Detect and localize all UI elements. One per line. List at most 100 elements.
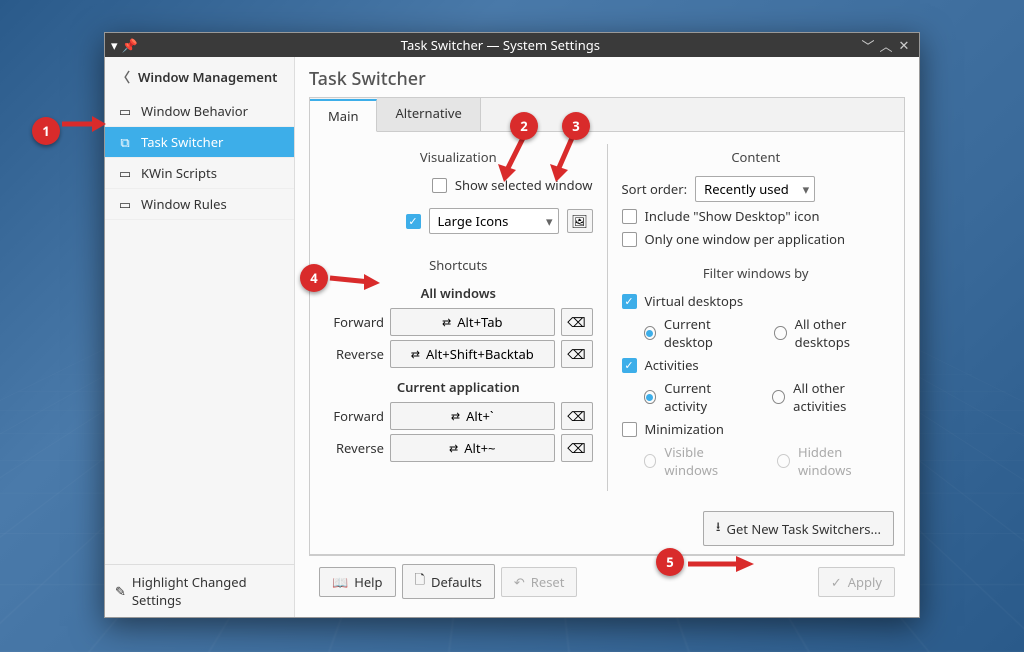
get-new-button[interactable]: ⭳ Get New Task Switchers... [703, 511, 894, 546]
sidebar-item-window-behavior[interactable]: ▭ Window Behavior [105, 96, 294, 127]
vdesk-row: Virtual desktops [622, 292, 891, 310]
cur-reverse-shortcut[interactable]: ⇄Alt+~ [390, 434, 555, 462]
all-reverse-row: Reverse ⇄Alt+Shift+Backtab ⌫ [324, 340, 593, 368]
effect-enabled-checkbox[interactable] [406, 214, 421, 229]
one-per-app-label: Only one window per application [645, 230, 846, 248]
sidebar-item-label: Window Rules [141, 195, 227, 213]
vdesk-checkbox[interactable] [622, 294, 637, 309]
tabs: Main Alternative [310, 98, 904, 132]
act-other-radio[interactable] [772, 390, 785, 404]
cur-reverse-clear[interactable]: ⌫ [561, 434, 593, 462]
cur-forward-shortcut[interactable]: ⇄Alt+` [390, 402, 555, 430]
sidebar-item-task-switcher[interactable]: ⧉ Task Switcher [105, 127, 294, 158]
cur-forward-clear[interactable]: ⌫ [561, 402, 593, 430]
highlight-label: Highlight Changed Settings [132, 573, 284, 609]
effect-row: Large Icons 🖼 [324, 208, 593, 234]
sidebar-back[interactable]: 〈 Window Management [105, 57, 294, 96]
show-selected-checkbox[interactable] [432, 178, 447, 193]
backspace-icon: ⌫ [567, 439, 585, 457]
window-title: Task Switcher — System Settings [142, 36, 859, 54]
effect-select[interactable]: Large Icons [429, 208, 559, 234]
highlight-changed-button[interactable]: ✎ Highlight Changed Settings [105, 564, 294, 617]
arrow-1 [60, 110, 108, 138]
min-visible-label: Visible windows [664, 443, 752, 479]
sort-order-row: Sort order: Recently used [622, 176, 891, 202]
include-desktop-checkbox[interactable] [622, 209, 637, 224]
act-radio-row: Current activity All other activities [644, 379, 891, 415]
filter-heading: Filter windows by [622, 264, 891, 282]
all-forward-shortcut[interactable]: ⇄Alt+Tab [390, 308, 555, 336]
cur-reverse-row: Reverse ⇄Alt+~ ⌫ [324, 434, 593, 462]
vdesk-radio-row: Current desktop All other desktops [644, 315, 891, 351]
defaults-icon: 🗋 [415, 570, 425, 593]
app-menu-icon[interactable]: ▾ [111, 36, 118, 54]
sidebar-item-window-rules[interactable]: ▭ Window Rules [105, 189, 294, 220]
swap-icon: ⇄ [442, 315, 451, 330]
effect-preview-button[interactable]: 🖼 [567, 209, 593, 233]
nav-list: ▭ Window Behavior ⧉ Task Switcher ▭ KWin… [105, 96, 294, 220]
maximize-button[interactable]: ︿ [877, 36, 895, 55]
chevron-left-icon: 〈 [117, 67, 130, 86]
min-checkbox[interactable] [622, 422, 637, 437]
check-icon: ✓ [831, 573, 842, 591]
minimize-button[interactable]: ﹀ [859, 36, 877, 55]
act-other-label: All other activities [793, 379, 890, 415]
all-reverse-shortcut[interactable]: ⇄Alt+Shift+Backtab [390, 340, 555, 368]
act-current-radio[interactable] [644, 390, 657, 404]
content-box: Main Alternative Visualization Show sele… [309, 97, 905, 555]
act-current-label: Current activity [664, 379, 747, 415]
sidebar-item-label: KWin Scripts [141, 164, 217, 182]
callout-2: 2 [510, 112, 538, 140]
arrow-3 [548, 134, 582, 186]
window-icon: ▭ [117, 103, 133, 119]
close-button[interactable]: ✕ [895, 36, 913, 54]
vdesk-current-radio[interactable] [644, 326, 656, 340]
one-per-app-checkbox[interactable] [622, 232, 637, 247]
callout-5: 5 [656, 548, 684, 576]
min-visible-radio [644, 454, 657, 468]
sort-order-select[interactable]: Recently used [695, 176, 815, 202]
current-app-heading: Current application [324, 378, 593, 396]
reverse-label: Reverse [324, 345, 384, 363]
include-desktop-label: Include "Show Desktop" icon [645, 207, 820, 225]
get-new-row: ⭳ Get New Task Switchers... [310, 503, 904, 554]
pencil-icon: ✎ [115, 582, 126, 600]
left-column: Visualization Show selected window Large… [324, 144, 593, 491]
sidebar-item-kwin-scripts[interactable]: ▭ KWin Scripts [105, 158, 294, 189]
defaults-button[interactable]: 🗋 Defaults [402, 564, 495, 599]
cur-forward-row: Forward ⇄Alt+` ⌫ [324, 402, 593, 430]
defaults-label: Defaults [431, 573, 482, 591]
backspace-icon: ⌫ [567, 407, 585, 425]
reset-label: Reset [531, 573, 565, 591]
vdesk-other-radio[interactable] [774, 326, 786, 340]
sidebar-header-label: Window Management [138, 68, 277, 86]
sidebar-item-label: Window Behavior [141, 102, 248, 120]
apply-button: ✓ Apply [818, 567, 895, 597]
backspace-icon: ⌫ [567, 313, 585, 331]
effect-select-value: Large Icons [438, 212, 509, 230]
min-hidden-radio [777, 454, 790, 468]
tab-alternative[interactable]: Alternative [377, 98, 480, 131]
sidebar: 〈 Window Management ▭ Window Behavior ⧉ … [105, 57, 295, 617]
tab-main[interactable]: Main [310, 99, 377, 132]
all-forward-clear[interactable]: ⌫ [561, 308, 593, 336]
act-checkbox[interactable] [622, 358, 637, 373]
vdesk-other-label: All other desktops [795, 315, 890, 351]
all-reverse-clear[interactable]: ⌫ [561, 340, 593, 368]
callout-1: 1 [32, 117, 60, 145]
pin-icon[interactable]: 📌 [122, 36, 138, 54]
page-title: Task Switcher [309, 67, 905, 91]
get-new-label: Get New Task Switchers... [726, 520, 881, 538]
act-row: Activities [622, 356, 891, 374]
swap-icon: ⇄ [411, 347, 420, 362]
titlebar[interactable]: ▾ 📌 Task Switcher — System Settings ﹀ ︿ … [105, 33, 919, 57]
help-label: Help [354, 573, 382, 591]
sort-order-value: Recently used [704, 180, 789, 198]
one-per-app-row: Only one window per application [622, 230, 891, 248]
content-heading: Content [622, 148, 891, 166]
footer-buttons: 📖 Help 🗋 Defaults ↶ Reset ✓ Apply [309, 555, 905, 607]
rules-icon: ▭ [117, 196, 133, 212]
swap-icon: ⇄ [449, 441, 458, 456]
callout-3: 3 [562, 112, 590, 140]
help-button[interactable]: 📖 Help [319, 567, 396, 597]
